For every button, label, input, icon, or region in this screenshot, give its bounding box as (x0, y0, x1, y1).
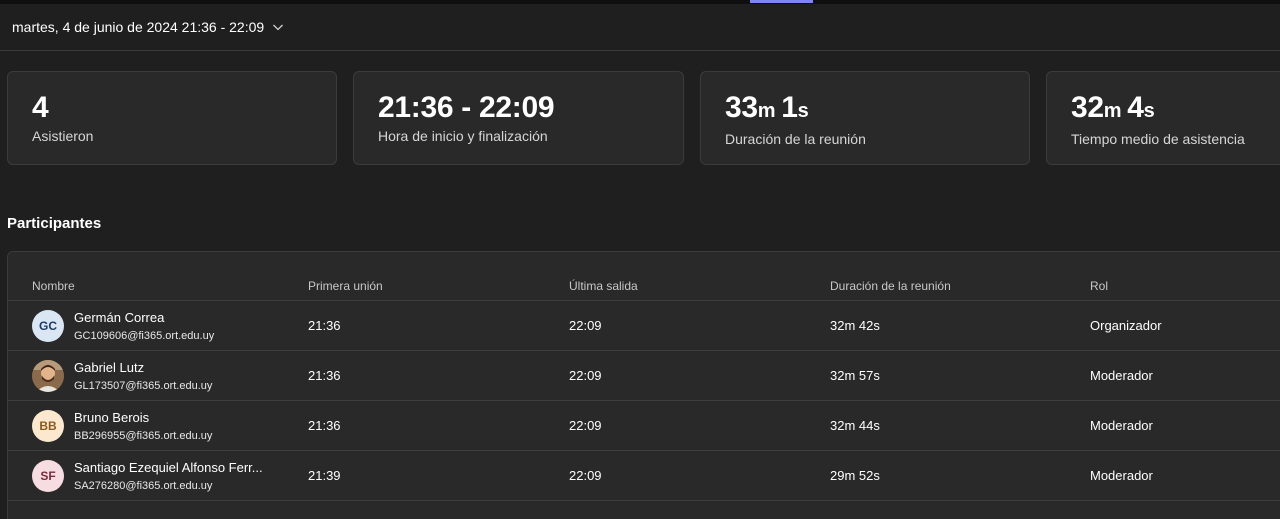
participant-name: Gabriel Lutz (74, 360, 145, 375)
table-row[interactable]: Gabriel Lutz GL173507@fi365.ort.edu.uy 2… (8, 351, 1280, 401)
avatar: GC (32, 310, 64, 342)
table-row[interactable]: GC Germán Correa GC109606@fi365.ort.edu.… (8, 301, 1280, 351)
avatar: BB (32, 410, 64, 442)
active-tab-indicator (750, 0, 813, 3)
meeting-duration-label: Duración de la reunión (725, 131, 866, 147)
start-end-card: 21:36 - 22:09 Hora de inicio y finalizac… (353, 71, 684, 165)
summary-cards: 4 Asistieron 21:36 - 22:09 Hora de inici… (7, 71, 1280, 165)
last-leave-time: 22:09 (569, 468, 602, 483)
date-range-selector[interactable]: martes, 4 de junio de 2024 21:36 - 22:09 (0, 4, 1280, 51)
participant-role: Organizador (1090, 318, 1162, 333)
start-end-label: Hora de inicio y finalización (378, 128, 548, 144)
attended-label: Asistieron (32, 128, 94, 144)
avatar: SF (32, 460, 64, 492)
first-join-time: 21:36 (308, 418, 341, 433)
last-leave-time: 22:09 (569, 318, 602, 333)
last-leave-time: 22:09 (569, 368, 602, 383)
participant-role: Moderador (1090, 468, 1153, 483)
participants-table: Nombre Primera unión Última salida Durac… (7, 251, 1280, 519)
avatar-photo-icon (32, 360, 64, 392)
column-header-role[interactable]: Rol (1090, 279, 1108, 293)
attendance-duration: 29m 52s (830, 468, 880, 483)
column-header-first-join[interactable]: Primera unión (308, 279, 383, 293)
table-row[interactable]: BB Bruno Berois BB296955@fi365.ort.edu.u… (8, 401, 1280, 451)
participant-name: Bruno Berois (74, 410, 150, 425)
date-range-label: martes, 4 de junio de 2024 21:36 - 22:09 (12, 19, 265, 35)
participant-email: SA276280@fi365.ort.edu.uy (74, 480, 213, 492)
attended-count: 4 (32, 91, 49, 124)
participant-email: GL173507@fi365.ort.edu.uy (74, 380, 213, 392)
table-row[interactable]: SF Santiago Ezequiel Alfonso Ferr... SA2… (8, 451, 1280, 501)
chevron-down-icon (272, 21, 284, 33)
column-header-name[interactable]: Nombre (32, 279, 75, 293)
first-join-time: 21:36 (308, 318, 341, 333)
attendance-duration: 32m 57s (830, 368, 880, 383)
column-header-last-leave[interactable]: Última salida (569, 279, 638, 293)
participant-name: Santiago Ezequiel Alfonso Ferr... (74, 460, 263, 475)
participant-role: Moderador (1090, 418, 1153, 433)
first-join-time: 21:36 (308, 368, 341, 383)
table-header: Nombre Primera unión Última salida Durac… (8, 252, 1280, 301)
start-end-time: 21:36 - 22:09 (378, 91, 555, 124)
meeting-duration-value: 33m 1s (725, 91, 809, 124)
participant-email: BB296955@fi365.ort.edu.uy (74, 430, 213, 442)
average-attendance-value: 32m 4s (1071, 91, 1155, 124)
average-attendance-label: Tiempo medio de asistencia (1071, 131, 1245, 147)
first-join-time: 21:39 (308, 468, 341, 483)
participant-role: Moderador (1090, 368, 1153, 383)
last-leave-time: 22:09 (569, 418, 602, 433)
attendance-duration: 32m 44s (830, 418, 880, 433)
participant-name: Germán Correa (74, 310, 165, 325)
meeting-duration-card: 33m 1s Duración de la reunión (700, 71, 1030, 165)
attendance-duration: 32m 42s (830, 318, 880, 333)
column-header-duration[interactable]: Duración de la reunión (830, 279, 951, 293)
participant-email: GC109606@fi365.ort.edu.uy (74, 330, 215, 342)
participants-heading: Participantes (7, 215, 102, 232)
average-attendance-card: 32m 4s Tiempo medio de asistencia (1046, 71, 1280, 165)
attended-card: 4 Asistieron (7, 71, 337, 165)
